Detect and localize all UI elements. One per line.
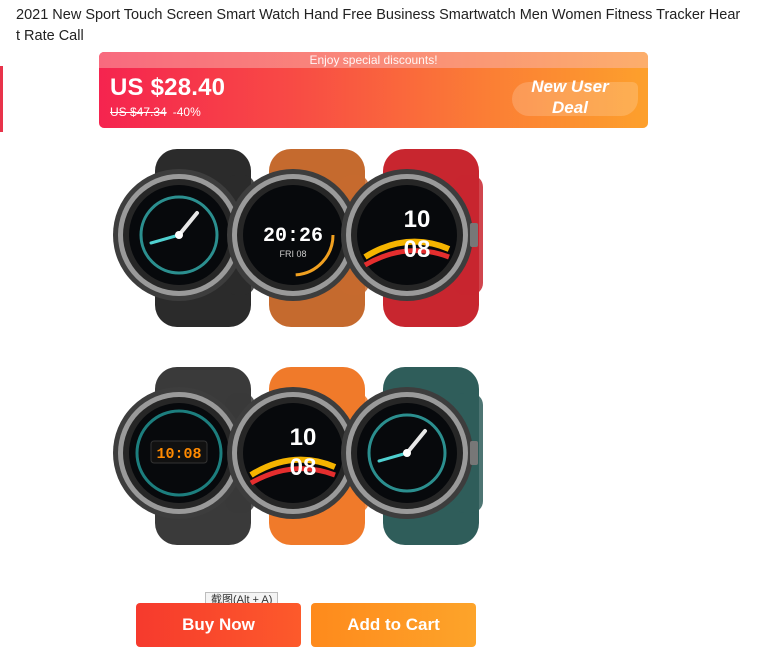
watch-date: FRI 08: [279, 249, 306, 259]
deal-header: Enjoy special discounts!: [99, 52, 648, 68]
watch-minute: 08: [404, 236, 431, 263]
discount-percent: -40%: [172, 105, 201, 119]
watch-hour: 10: [290, 424, 317, 451]
left-accent-bar: [0, 66, 3, 132]
watch-time: 10:08: [156, 446, 201, 463]
deal-price: US $28.40: [110, 74, 226, 101]
watch-grid: 20:26FRI 08 10 08 10:08 10 08: [113, 149, 483, 545]
watch-screen: [357, 185, 457, 285]
hand-pivot: [403, 449, 411, 457]
original-price: US $47.34: [110, 105, 167, 119]
new-user-deal-banner: Enjoy special discounts! US $28.40 US $4…: [99, 52, 648, 128]
product-image: 20:26FRI 08 10 08 10:08 10 08: [113, 149, 483, 545]
badge-line-1: New User: [531, 77, 609, 96]
watch-crown: [470, 441, 478, 465]
buy-now-button[interactable]: Buy Now: [136, 603, 301, 647]
add-to-cart-button[interactable]: Add to Cart: [311, 603, 476, 647]
watch-screen: [243, 403, 343, 503]
watch-time: 20:26: [263, 225, 323, 248]
watch-hour: 10: [404, 206, 431, 233]
badge-line-2: Deal: [552, 98, 588, 117]
watch-crown: [470, 223, 478, 247]
watch-minute: 08: [290, 454, 317, 481]
deal-original-row: US $47.34 -40%: [110, 105, 201, 119]
hand-pivot: [175, 231, 183, 239]
product-title: 2021 New Sport Touch Screen Smart Watch …: [16, 7, 741, 44]
new-user-deal-badge: New User Deal: [510, 76, 630, 118]
